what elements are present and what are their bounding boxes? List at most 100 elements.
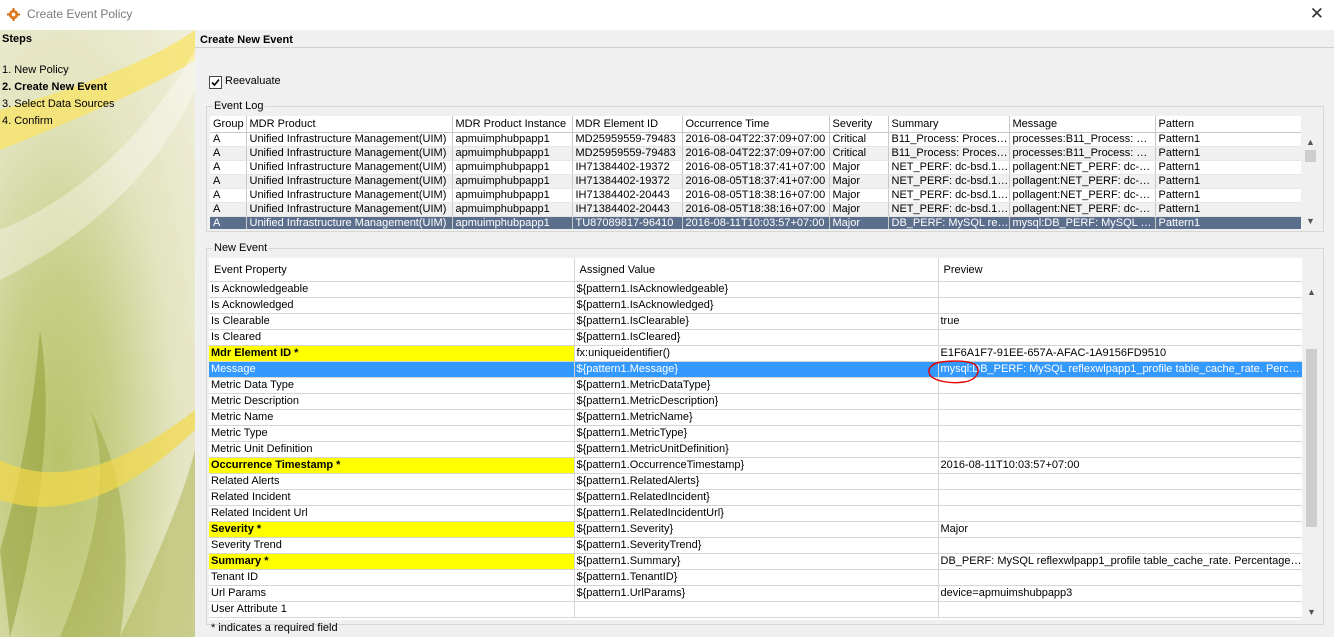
table-row[interactable]: Is Clearable ${pattern1.IsClearable} true [209,313,1302,330]
table-row[interactable]: Related Incident Url ${pattern1.RelatedIn… [209,505,1302,522]
table-row[interactable]: A Unified Infrastructure Management(UIM) a… [210,188,1301,203]
table-row[interactable]: A Unified Infrastructure Management(UIM) a… [210,174,1301,189]
close-icon[interactable]: ✕ [1310,4,1324,24]
cell-severity: Major [829,202,889,217]
table-row[interactable]: Metric Data Type ${pattern1.MetricDataTyp… [209,377,1302,394]
cell-property: Severity Trend [209,537,575,554]
cell-value[interactable]: ${pattern1.OccurrenceTimestamp} [574,457,939,474]
cell-value[interactable]: ${pattern1.MetricDescription} [574,393,939,410]
column-header-preview[interactable]: Preview [938,258,1302,282]
new-event-table[interactable]: Event Property Assigned Value Preview Is… [209,258,1302,620]
cell-message: processes:B11_Process: Pr... [1009,146,1156,161]
table-row[interactable]: Tenant ID ${pattern1.TenantID} [209,569,1302,586]
step-select-data-sources[interactable]: 3. Select Data Sources [2,96,115,113]
scroll-down-icon[interactable]: ▼ [1303,606,1320,618]
table-row[interactable]: A Unified Infrastructure Management(UIM) a… [210,202,1301,217]
cell-preview: 2016-08-11T10:03:57+07:00 [938,457,1302,474]
event-log-scrollbar[interactable]: ▲ ▼ [1302,132,1319,229]
column-header-group[interactable]: Group [210,116,247,133]
cell-property: Message [209,361,575,378]
reevaluate-checkbox[interactable] [209,76,222,89]
cell-value[interactable]: ${pattern1.RelatedIncident} [574,489,939,506]
reevaluate-label[interactable]: Reevaluate [225,75,281,87]
table-row[interactable]: Metric Unit Definition ${pattern1.MetricU… [209,441,1302,458]
column-header-summary[interactable]: Summary [888,116,1010,133]
cell-value[interactable]: ${pattern1.SeverityTrend} [574,537,939,554]
cell-preview [938,297,1302,314]
table-row[interactable]: Severity Trend ${pattern1.SeverityTrend} [209,537,1302,554]
scroll-up-icon[interactable]: ▲ [1303,286,1320,298]
step-confirm[interactable]: 4. Confirm [2,113,115,130]
table-row[interactable]: A Unified Infrastructure Management(UIM) a… [210,216,1301,229]
scroll-thumb[interactable] [1306,349,1317,527]
cell-group: A [210,188,247,203]
event-log-table[interactable]: Group MDR Product MDR Product Instance M… [210,116,1301,229]
table-row[interactable]: Summary * ${pattern1.Summary} DB_PERF: MyS… [209,553,1302,570]
cell-message: pollagent:NET_PERF: dc-bs... [1009,160,1156,175]
cell-summary: NET_PERF: dc-bsd.1 ... [888,160,1010,175]
table-row[interactable]: Is Acknowledged ${pattern1.IsAcknowledged… [209,297,1302,314]
cell-property: Is Acknowledged [209,297,575,314]
column-header-mdr-product-instance[interactable]: MDR Product Instance [452,116,573,133]
cell-property: Related Alerts [209,473,575,490]
cell-value[interactable]: ${pattern1.Summary} [574,553,939,570]
table-row[interactable]: Mdr Element ID * fx:uniqueidentifier() E1F… [209,345,1302,362]
cell-property: Is Clearable [209,313,575,330]
cell-value[interactable]: ${pattern1.IsAcknowledgeable} [574,281,939,298]
cell-preview: mysql:DB_PERF: MySQL reflexwlpapp1_profi… [938,361,1302,378]
cell-value[interactable]: ${pattern1.IsCleared} [574,329,939,346]
table-row[interactable]: Metric Type ${pattern1.MetricType} [209,425,1302,442]
column-header-pattern[interactable]: Pattern [1155,116,1301,133]
table-row[interactable]: Metric Description ${pattern1.MetricDescr… [209,393,1302,410]
cell-value[interactable]: ${pattern1.IsClearable} [574,313,939,330]
table-row[interactable]: A Unified Infrastructure Management(UIM) a… [210,146,1301,161]
column-header-message[interactable]: Message [1009,116,1156,133]
cell-value[interactable]: ${pattern1.Severity} [574,521,939,538]
cell-value[interactable]: ${pattern1.MetricType} [574,425,939,442]
table-row[interactable]: Message ${pattern1.Message} mysql:DB_PERF:… [209,361,1302,378]
cell-preview: Major [938,521,1302,538]
table-row[interactable]: Is Acknowledgeable ${pattern1.IsAcknowled… [209,281,1302,298]
cell-value[interactable]: ${pattern1.RelatedAlerts} [574,473,939,490]
table-row[interactable]: Related Incident ${pattern1.RelatedIncide… [209,489,1302,506]
column-header-mdr-product[interactable]: MDR Product [246,116,453,133]
cell-value[interactable]: ${pattern1.UrlParams} [574,585,939,602]
table-row[interactable]: A Unified Infrastructure Management(UIM) a… [210,160,1301,175]
cell-value[interactable] [574,601,939,618]
column-header-event-property[interactable]: Event Property [209,258,575,282]
scroll-thumb[interactable] [1305,150,1316,162]
cell-message: pollagent:NET_PERF: dc-bs... [1009,174,1156,189]
new-event-scrollbar[interactable]: ▲ ▼ [1303,282,1320,620]
cell-value[interactable]: ${pattern1.IsAcknowledged} [574,297,939,314]
step-create-new-event[interactable]: 2. Create New Event [2,79,115,96]
cell-value[interactable]: ${pattern1.MetricDataType} [574,377,939,394]
cell-preview [938,537,1302,554]
column-header-occurrence-time[interactable]: Occurrence Time [682,116,830,133]
column-header-mdr-element-id[interactable]: MDR Element ID [572,116,683,133]
column-header-severity[interactable]: Severity [829,116,889,133]
table-row[interactable]: Related Alerts ${pattern1.RelatedAlerts} [209,473,1302,490]
cell-pattern: Pattern1 [1155,188,1301,203]
table-row[interactable]: Severity * ${pattern1.Severity} Major [209,521,1302,538]
table-row[interactable]: Is Cleared ${pattern1.IsCleared} [209,329,1302,346]
column-header-assigned-value[interactable]: Assigned Value [574,258,939,282]
cell-value[interactable]: ${pattern1.RelatedIncidentUrl} [574,505,939,522]
cell-value[interactable]: ${pattern1.Message} [574,361,939,378]
header-divider [195,47,1334,48]
cell-value[interactable]: ${pattern1.MetricUnitDefinition} [574,441,939,458]
scroll-up-icon[interactable]: ▲ [1302,136,1319,148]
table-row[interactable]: Metric Name ${pattern1.MetricName} [209,409,1302,426]
cell-property: Related Incident Url [209,505,575,522]
cell-value[interactable]: fx:uniqueidentifier() [574,345,939,362]
cell-mdr-element-id: IH71384402-19372 [572,174,683,189]
cell-pattern: Pattern1 [1155,216,1301,229]
cell-value[interactable]: ${pattern1.TenantID} [574,569,939,586]
cell-value[interactable]: ${pattern1.MetricName} [574,409,939,426]
cell-property: Metric Type [209,425,575,442]
table-row[interactable]: Url Params ${pattern1.UrlParams} device=ap… [209,585,1302,602]
table-row[interactable]: User Attribute 1 [209,601,1302,618]
scroll-down-icon[interactable]: ▼ [1302,215,1319,227]
step-new-policy[interactable]: 1. New Policy [2,62,115,79]
table-row[interactable]: A Unified Infrastructure Management(UIM) a… [210,132,1301,147]
table-row[interactable]: Occurrence Timestamp * ${pattern1.Occurre… [209,457,1302,474]
